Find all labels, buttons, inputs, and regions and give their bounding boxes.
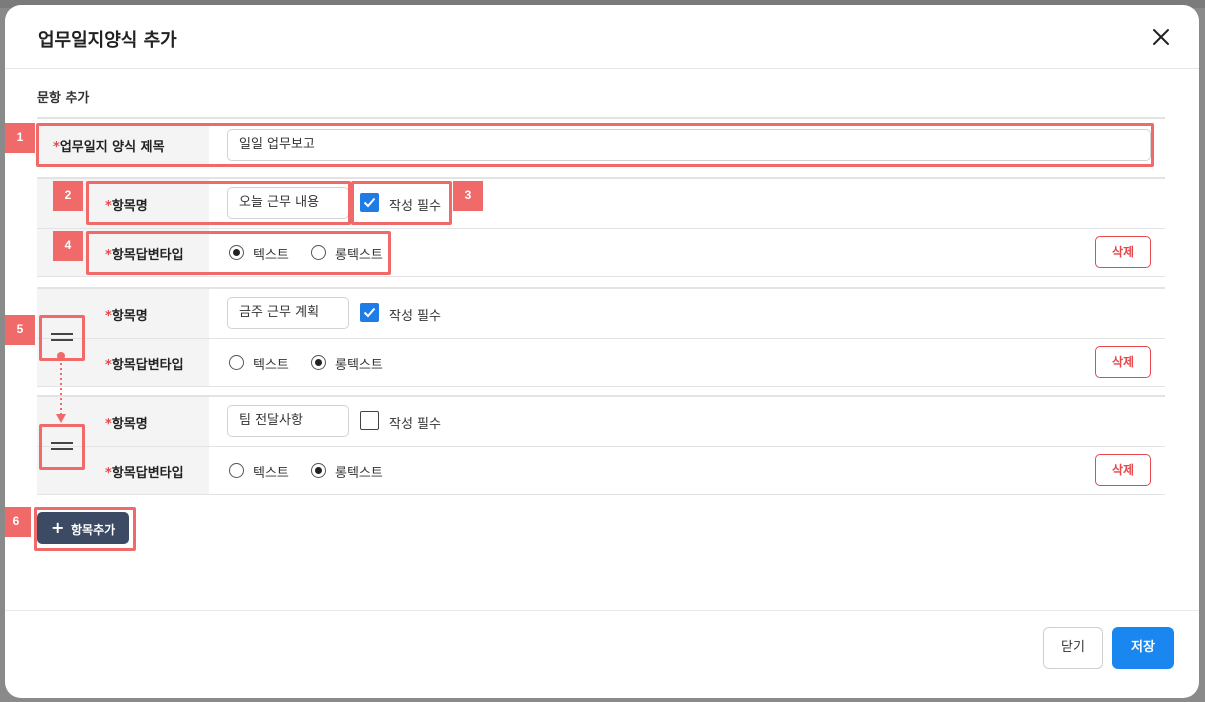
- drag-handle-icon[interactable]: [51, 442, 73, 454]
- radio-longtext[interactable]: [311, 245, 326, 260]
- divider: [37, 117, 1165, 119]
- item-name-label: *항목명: [105, 199, 148, 214]
- form-title-label: *업무일지 양식 제목: [53, 140, 165, 155]
- item-name-label: *항목명: [105, 417, 148, 432]
- close-button[interactable]: 닫기: [1043, 627, 1103, 669]
- form-title-row: *업무일지 양식 제목 일일 업무보고: [37, 123, 1165, 167]
- radio-longtext-label: 롱텍스트: [335, 358, 383, 373]
- item-block-2: *항목명 금주 근무 계획 작성 필수 *항목답변타입 텍스트 롱텍스트 삭제: [37, 287, 1165, 387]
- radio-longtext-label: 롱텍스트: [335, 248, 383, 263]
- required-checkbox-label: 작성 필수: [389, 199, 441, 214]
- delete-button[interactable]: 삭제: [1095, 346, 1151, 378]
- annotation-badge-5: 5: [5, 315, 35, 345]
- radio-text-label: 텍스트: [253, 248, 289, 263]
- required-checkbox[interactable]: [360, 303, 379, 322]
- required-checkbox[interactable]: [360, 411, 379, 430]
- footer-divider: [5, 610, 1199, 611]
- modal-title: 업무일지양식 추가: [38, 30, 177, 51]
- form-title-input[interactable]: 일일 업무보고: [227, 129, 1151, 161]
- item-type-label: *항목답변타입: [105, 358, 184, 373]
- modal-dialog: 업무일지양식 추가 문항 추가 *업무일지 양식 제목 일일 업무보고 *항목명…: [5, 5, 1199, 698]
- annotation-badge-3: 3: [453, 181, 483, 211]
- annotation-badge-2: 2: [53, 181, 83, 211]
- item-name-input[interactable]: 오늘 근무 내용: [227, 187, 349, 219]
- section-title: 문항 추가: [37, 91, 90, 106]
- radio-text[interactable]: [229, 463, 244, 478]
- radio-text-label: 텍스트: [253, 358, 289, 373]
- item-name-input[interactable]: 금주 근무 계획: [227, 297, 349, 329]
- modal-header: 업무일지양식 추가: [5, 5, 1199, 69]
- item-name-label: *항목명: [105, 309, 148, 324]
- required-checkbox[interactable]: [360, 193, 379, 212]
- delete-button[interactable]: 삭제: [1095, 454, 1151, 486]
- item-type-label: *항목답변타입: [105, 248, 184, 263]
- save-button[interactable]: 저장: [1112, 627, 1174, 669]
- item-type-label: *항목답변타입: [105, 466, 184, 481]
- annotation-badge-6: 6: [5, 507, 31, 537]
- item-name-input[interactable]: 팀 전달사항: [227, 405, 349, 437]
- required-checkbox-label: 작성 필수: [389, 417, 441, 432]
- annotation-badge-1: 1: [5, 123, 35, 153]
- close-icon[interactable]: [1149, 25, 1173, 49]
- radio-text[interactable]: [229, 245, 244, 260]
- annotation-badge-4: 4: [53, 231, 83, 261]
- item-block-1: *항목명 오늘 근무 내용 작성 필수 *항목답변타입 텍스트 롱텍스트 삭제: [37, 177, 1165, 277]
- required-checkbox-label: 작성 필수: [389, 309, 441, 324]
- radio-text-label: 텍스트: [253, 466, 289, 481]
- radio-longtext-label: 롱텍스트: [335, 466, 383, 481]
- radio-text[interactable]: [229, 355, 244, 370]
- plus-icon: +: [51, 518, 65, 537]
- radio-longtext[interactable]: [311, 463, 326, 478]
- delete-button[interactable]: 삭제: [1095, 236, 1151, 268]
- add-item-button[interactable]: + 항목추가: [37, 512, 129, 544]
- item-block-3: *항목명 팀 전달사항 작성 필수 *항목답변타입 텍스트 롱텍스트 삭제: [37, 395, 1165, 495]
- radio-longtext[interactable]: [311, 355, 326, 370]
- drag-arrow-icon: [56, 352, 66, 423]
- drag-handle-icon[interactable]: [51, 333, 73, 345]
